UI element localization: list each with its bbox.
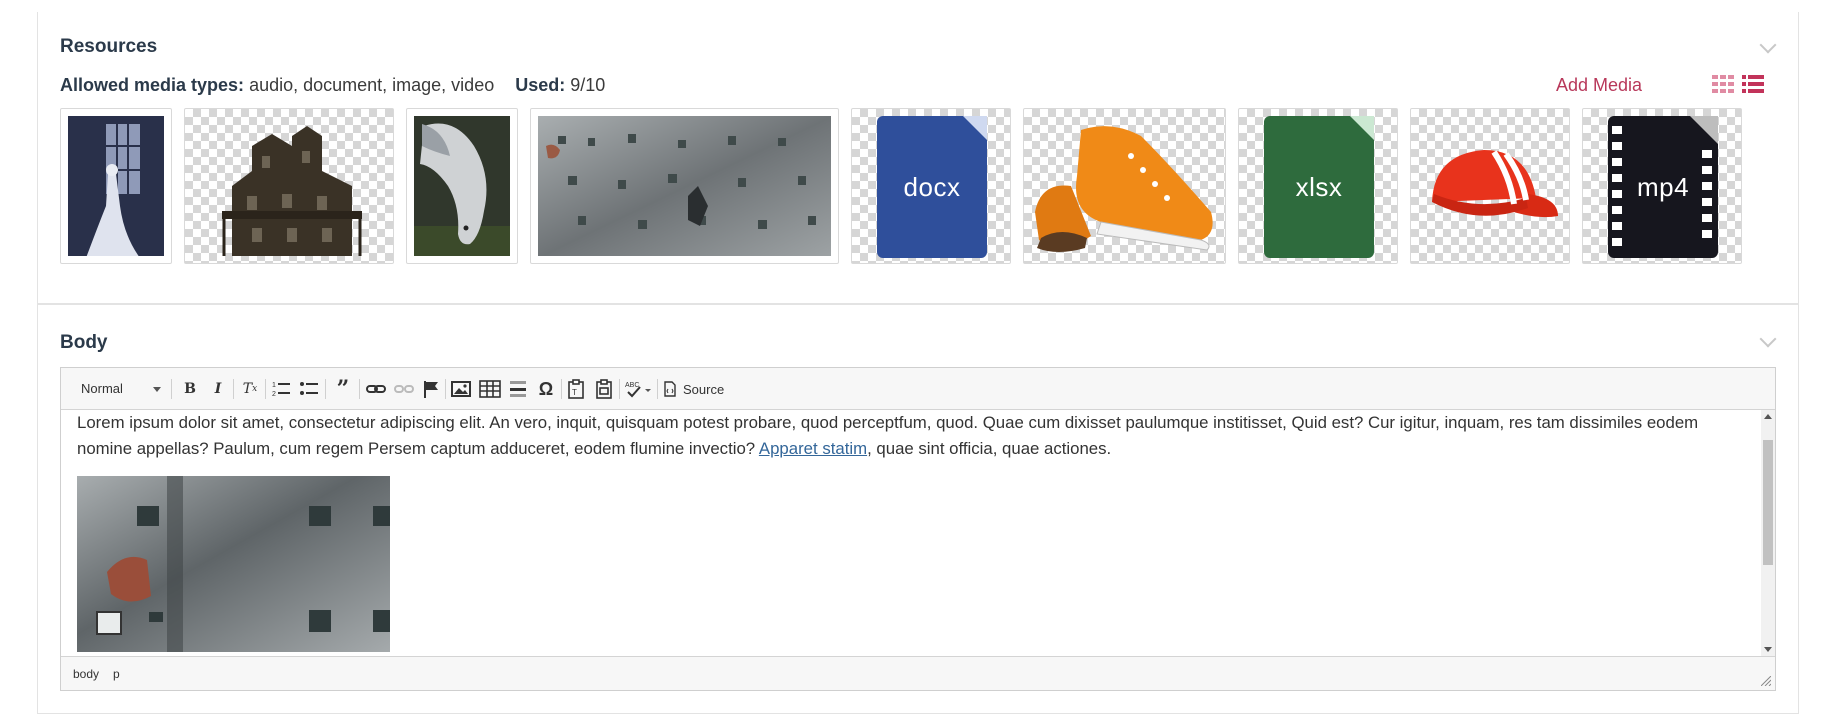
red-cap-image bbox=[1432, 150, 1558, 218]
media-item[interactable]: xlsx bbox=[1238, 108, 1398, 264]
body-paragraph[interactable]: Lorem ipsum dolor sit amet, consectetur … bbox=[77, 410, 1757, 461]
scrollbar-thumb[interactable] bbox=[1763, 440, 1773, 565]
media-item[interactable] bbox=[1023, 108, 1226, 264]
media-item[interactable] bbox=[530, 108, 839, 264]
editor-toolbar: Normal B I Tx 12 ” Ω T ABC Source bbox=[61, 368, 1775, 410]
orange-sneakers-image bbox=[1035, 126, 1213, 252]
media-item[interactable] bbox=[184, 108, 394, 264]
toolbar-separator bbox=[325, 379, 326, 399]
toolbar-separator bbox=[445, 379, 446, 399]
toolbar-separator bbox=[657, 379, 658, 399]
allowed-label: Allowed media types: bbox=[60, 75, 245, 95]
body-collapse-chevron-icon[interactable] bbox=[1759, 330, 1777, 348]
used-value: 9/10 bbox=[570, 75, 606, 95]
source-icon bbox=[664, 381, 676, 397]
haunted-house-image bbox=[222, 126, 362, 256]
paragraph-format-select[interactable]: Normal bbox=[67, 377, 167, 401]
source-label: Source bbox=[683, 381, 725, 397]
table-icon[interactable] bbox=[479, 378, 501, 400]
toolbar-separator bbox=[265, 379, 266, 399]
docx-label: docx bbox=[903, 171, 961, 202]
resources-collapse-chevron-icon[interactable] bbox=[1759, 36, 1777, 54]
toolbar-separator bbox=[233, 379, 234, 399]
allowed-value: audio, document, image, video bbox=[249, 75, 495, 95]
mp4-label: mp4 bbox=[1636, 171, 1690, 202]
path-element-p[interactable]: p bbox=[113, 667, 120, 681]
image-icon[interactable] bbox=[451, 378, 471, 400]
path-element-body[interactable]: body bbox=[73, 667, 99, 681]
scroll-up-arrow-icon[interactable] bbox=[1764, 414, 1772, 419]
dropdown-arrow-icon bbox=[153, 387, 161, 392]
blockquote-icon[interactable]: ” bbox=[331, 376, 355, 402]
editor-statusbar: body p bbox=[61, 656, 1775, 690]
concrete-wall-image bbox=[538, 116, 831, 256]
resources-panel: Resources Allowed media types: audio, do… bbox=[37, 12, 1799, 304]
svg-text:T: T bbox=[572, 388, 577, 397]
bold-icon[interactable]: B bbox=[177, 378, 203, 400]
format-value: Normal bbox=[81, 381, 123, 396]
remove-format-icon[interactable]: Tx bbox=[237, 378, 263, 400]
rich-text-editor: Normal B I Tx 12 ” Ω T ABC Source Lorem … bbox=[60, 367, 1776, 691]
editor-content-area[interactable]: Lorem ipsum dolor sit amet, consectetur … bbox=[61, 410, 1763, 656]
list-view-icon[interactable] bbox=[1742, 75, 1764, 93]
scroll-down-arrow-icon[interactable] bbox=[1764, 647, 1772, 652]
toolbar-separator bbox=[561, 379, 562, 399]
svg-text:ABC: ABC bbox=[625, 382, 639, 389]
media-item[interactable] bbox=[1410, 108, 1570, 264]
resize-grip-icon[interactable] bbox=[1761, 676, 1771, 686]
editor-scrollbar[interactable] bbox=[1761, 410, 1775, 656]
toolbar-separator bbox=[619, 379, 620, 399]
numbered-list-icon[interactable]: 12 bbox=[271, 378, 291, 400]
allowed-media-types: Allowed media types: audio, document, im… bbox=[60, 75, 605, 96]
xlsx-label: xlsx bbox=[1295, 171, 1343, 202]
link-icon[interactable] bbox=[365, 378, 387, 400]
used-label: Used: bbox=[515, 75, 566, 95]
body-title: Body bbox=[60, 332, 108, 353]
media-item[interactable] bbox=[406, 108, 518, 264]
special-char-omega-icon[interactable]: Ω bbox=[535, 378, 557, 400]
xlsx-file-icon: xlsx bbox=[1264, 116, 1374, 258]
spellcheck-icon[interactable]: ABC bbox=[625, 378, 653, 400]
paragraph-text-end: , quae sint officia, quae actiones. bbox=[867, 438, 1112, 458]
bulleted-list-icon[interactable] bbox=[299, 378, 319, 400]
embedded-wall-image[interactable] bbox=[77, 476, 390, 652]
svg-text:2: 2 bbox=[272, 391, 276, 398]
toolbar-separator bbox=[171, 379, 172, 399]
resources-title: Resources bbox=[60, 36, 158, 57]
horse-image bbox=[414, 116, 510, 256]
add-media-link[interactable]: Add Media bbox=[1556, 75, 1642, 96]
unlink-icon[interactable] bbox=[393, 378, 415, 400]
toolbar-separator bbox=[359, 379, 360, 399]
paste-word-icon[interactable] bbox=[595, 378, 613, 400]
media-item[interactable] bbox=[60, 108, 172, 264]
grid-view-icon[interactable] bbox=[1712, 75, 1734, 93]
media-item[interactable]: docx bbox=[851, 108, 1011, 264]
anchor-flag-icon[interactable] bbox=[421, 378, 441, 400]
media-item[interactable]: mp4 bbox=[1582, 108, 1742, 264]
svg-text:1: 1 bbox=[272, 382, 276, 389]
inline-link[interactable]: Apparet statim bbox=[759, 439, 867, 458]
docx-file-icon: docx bbox=[877, 116, 987, 258]
source-button[interactable]: Source bbox=[663, 378, 733, 400]
bride-window-image bbox=[68, 116, 164, 256]
horizontal-line-icon[interactable] bbox=[509, 378, 527, 400]
italic-icon[interactable]: I bbox=[205, 378, 231, 400]
mp4-video-file-icon: mp4 bbox=[1608, 116, 1718, 258]
body-panel: Body Normal B I Tx 12 ” Ω T ABC Source L… bbox=[37, 304, 1799, 714]
paste-text-icon[interactable]: T bbox=[567, 378, 585, 400]
